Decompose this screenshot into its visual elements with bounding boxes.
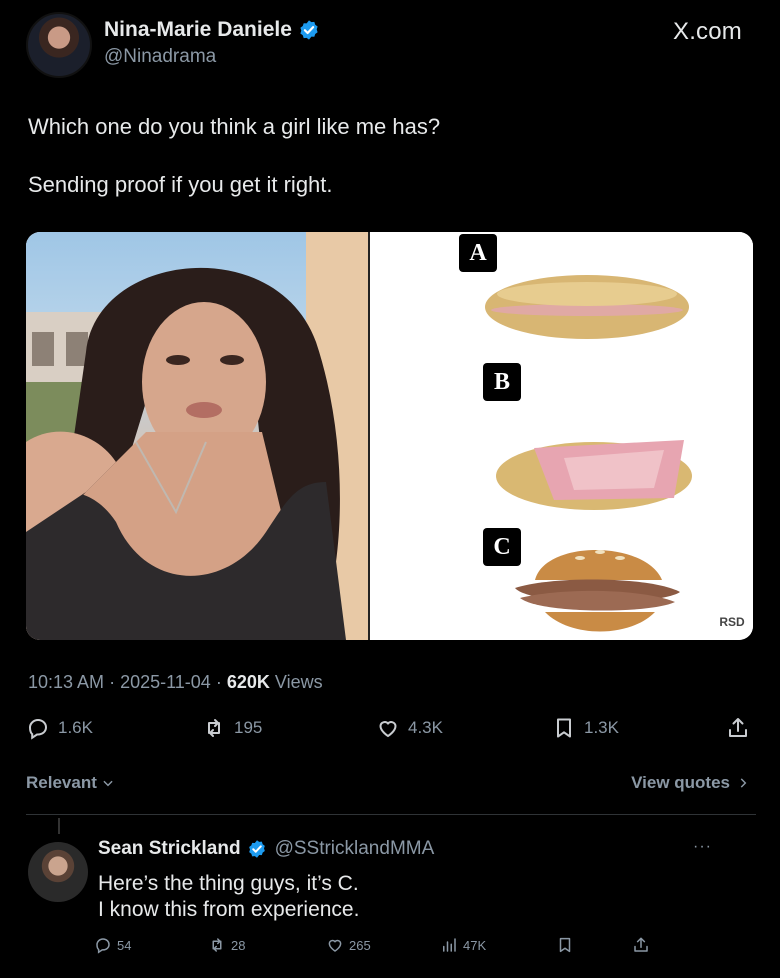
reply-icon xyxy=(96,938,110,954)
view-quotes-link[interactable]: View quotes xyxy=(631,773,750,793)
repost-button[interactable]: 195 xyxy=(202,716,262,740)
share-icon xyxy=(634,937,648,952)
reply-repost-button[interactable]: 28 xyxy=(208,936,245,954)
site-label: X.com xyxy=(672,18,742,45)
meta-separator: · xyxy=(215,672,227,692)
reply-like-button[interactable]: 265 xyxy=(326,936,371,954)
reply-like-count: 265 xyxy=(349,937,371,953)
reply-author-name[interactable]: Sean Strickland xyxy=(98,838,241,860)
bookmark-icon xyxy=(559,937,571,953)
reply-bookmark-button[interactable] xyxy=(556,936,574,954)
like-button[interactable]: 4.3K xyxy=(376,716,443,740)
share-icon xyxy=(729,718,747,737)
author-display-name[interactable]: Nina-Marie Daniele xyxy=(104,18,292,42)
reply-repost-count: 28 xyxy=(231,937,246,953)
reply-author-avatar[interactable] xyxy=(28,842,88,902)
reply-text-line-1: Here’s the thing guys, it’s C. xyxy=(98,872,359,895)
repost-icon xyxy=(208,719,220,737)
reply-actions: 54 28 265 47K xyxy=(94,936,694,958)
share-button[interactable] xyxy=(726,716,750,740)
sort-label: Relevant xyxy=(26,773,97,792)
tweet-text-line-2: Sending proof if you get it right. xyxy=(28,172,333,197)
reply-share-button[interactable] xyxy=(632,936,650,954)
bookmark-button[interactable]: 1.3K xyxy=(552,716,619,740)
sandwich-options-panel: A B C RSD xyxy=(370,232,753,640)
sandwich-a-image xyxy=(485,275,689,339)
verified-badge-icon xyxy=(248,840,265,858)
author-handle[interactable]: @Ninadrama xyxy=(104,46,216,68)
tweet-text-line-1: Which one do you think a girl like me ha… xyxy=(28,114,441,139)
sandwich-b-image xyxy=(496,440,692,510)
sandwich-c-image xyxy=(515,550,680,632)
tweet-actions: 1.6K 195 4.3K 1.3K xyxy=(26,716,756,746)
verified-badge-icon xyxy=(300,20,318,40)
chevron-right-icon xyxy=(740,778,747,788)
reply-views-button[interactable]: 47K xyxy=(440,936,486,954)
thread-line xyxy=(58,818,60,834)
reply-count: 1.6K xyxy=(58,718,93,737)
reply-reply-button[interactable]: 54 xyxy=(94,936,131,954)
reply-button[interactable]: 1.6K xyxy=(26,716,93,740)
reply-view-count: 47K xyxy=(463,937,487,953)
like-count: 4.3K xyxy=(408,718,443,737)
tweet-media[interactable]: A B C RSD xyxy=(26,232,753,640)
author-avatar[interactable] xyxy=(26,12,92,78)
watermark-logo: RSD xyxy=(719,615,745,629)
selfie-illustration xyxy=(26,232,368,640)
reply-sort-dropdown[interactable]: Relevant xyxy=(26,773,115,793)
reply-author-line: Sean Strickland @SStricklandMMA xyxy=(98,838,434,860)
tweet-meta: 10:13 AM · 2025-11-04 · 620K Views xyxy=(28,672,323,693)
heart-icon xyxy=(328,939,342,952)
chevron-down-icon xyxy=(103,780,113,787)
reply-icon xyxy=(28,718,48,740)
bookmark-count: 1.3K xyxy=(584,718,619,737)
author-name-line: Nina-Marie Daniele xyxy=(104,18,320,42)
tweet-time[interactable]: 10:13 AM xyxy=(28,672,104,692)
more-options-icon[interactable]: ··· xyxy=(693,838,712,856)
option-b-label: B xyxy=(483,363,521,401)
tweet-header: Nina-Marie Daniele @Ninadrama X.com xyxy=(26,12,756,78)
section-divider xyxy=(26,814,756,815)
bookmark-icon xyxy=(557,718,571,738)
repost-icon xyxy=(212,938,222,952)
views-count: 620K xyxy=(226,672,270,692)
reply-text-line-2: I know this from experience. xyxy=(98,898,360,921)
reply-author-handle[interactable]: @SStricklandMMA xyxy=(275,838,435,860)
selfie-photo[interactable] xyxy=(26,232,368,640)
option-a-label: A xyxy=(459,234,497,272)
view-quotes-label: View quotes xyxy=(631,773,730,792)
views-label: Views xyxy=(274,672,323,692)
repost-count: 195 xyxy=(234,718,263,737)
tweet-date[interactable]: 2025-11-04 xyxy=(120,672,211,692)
heart-icon xyxy=(379,721,397,738)
reply-reply-count: 54 xyxy=(117,937,132,953)
meta-separator: · xyxy=(109,672,121,692)
analytics-icon xyxy=(443,938,456,952)
